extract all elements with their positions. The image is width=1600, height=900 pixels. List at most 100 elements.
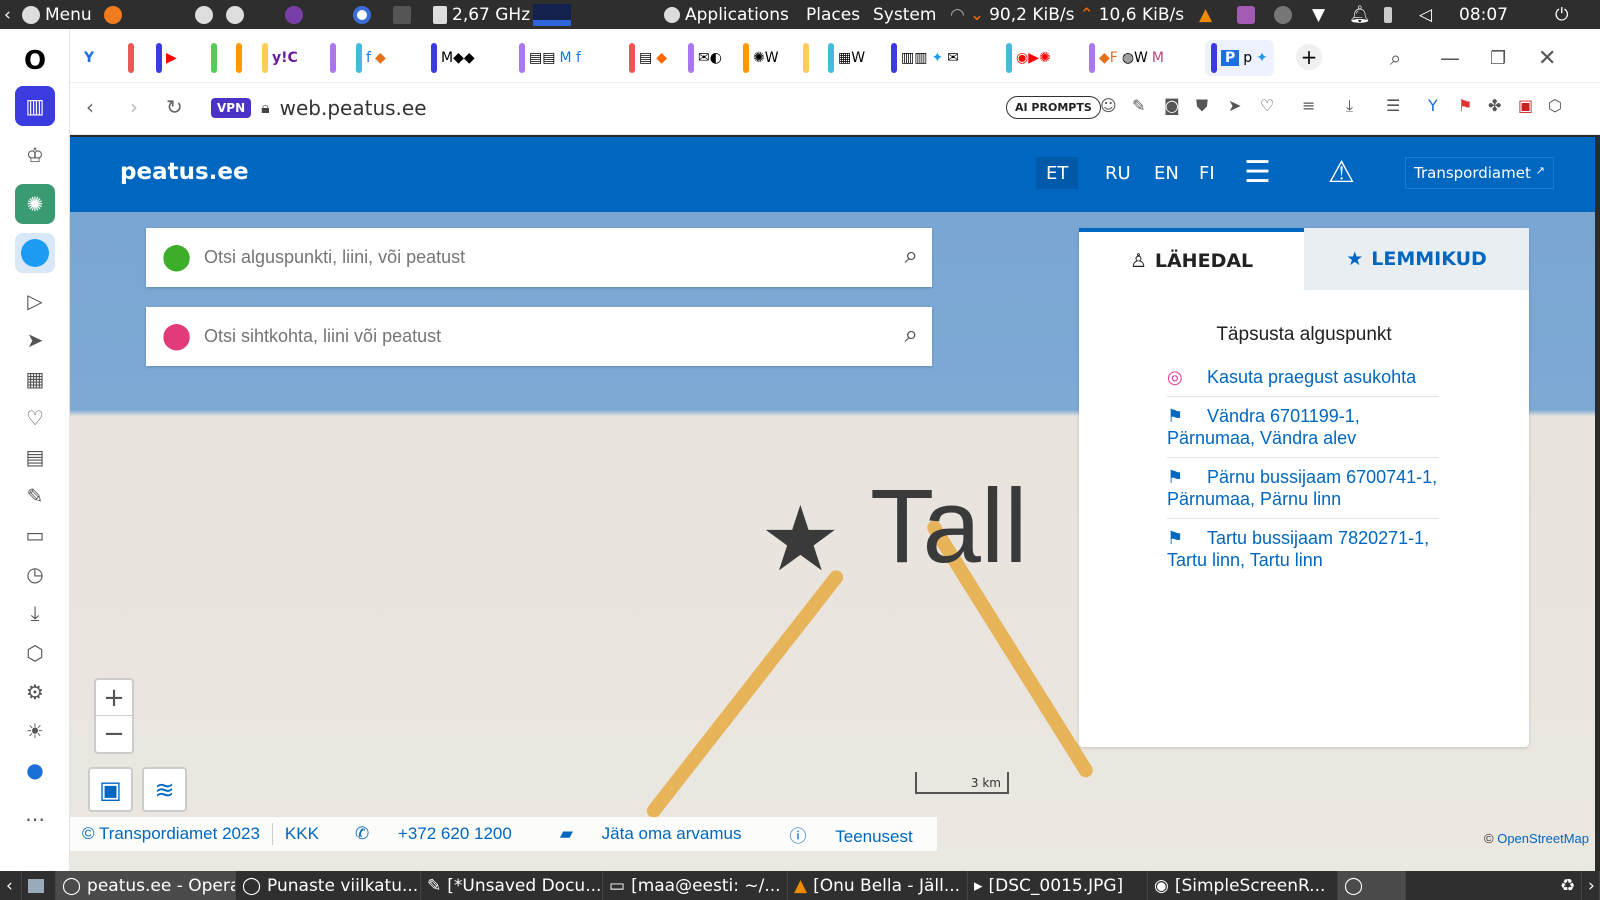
- edit-icon[interactable]: ✎: [15, 476, 55, 516]
- share-send-icon[interactable]: ➤: [1228, 96, 1241, 115]
- tab-group-14[interactable]: [797, 40, 815, 76]
- reader-list-icon[interactable]: ≡: [1302, 96, 1315, 115]
- warning-icon[interactable]: ⚠: [1328, 155, 1355, 190]
- tab-group-12[interactable]: ✉◐: [682, 40, 728, 76]
- timetable-clock-icon[interactable]: ☰: [1244, 155, 1271, 190]
- transpordiamet-link[interactable]: Transpordiamet ↗: [1405, 157, 1554, 189]
- workspace-icon[interactable]: ▥: [15, 86, 55, 126]
- more-options-icon[interactable]: ⋯: [15, 799, 55, 839]
- task-screen-recorder[interactable]: ◉ [SimpleScreenR...: [1148, 871, 1338, 900]
- twitter-icon[interactable]: [15, 233, 55, 273]
- tab-group-16[interactable]: ▥▥ ✦ ✉: [885, 40, 965, 76]
- search-icon[interactable]: ⌕: [905, 320, 918, 348]
- menu-button[interactable]: Menu: [22, 0, 92, 29]
- url-text[interactable]: web.peatus.ee: [280, 96, 427, 120]
- lang-et[interactable]: ET: [1036, 157, 1079, 189]
- extensions-cube-icon[interactable]: ⬡: [15, 633, 55, 673]
- wifi-tray-icon[interactable]: ▼: [1312, 0, 1325, 29]
- list-item[interactable]: ⚑ Tartu bussijaam 7820271-1, Tartu linn, …: [1167, 519, 1439, 579]
- chevron-left-icon[interactable]: ‹: [0, 871, 22, 900]
- edit-pen-icon[interactable]: ✎: [1132, 96, 1145, 115]
- settings-launcher-icon[interactable]: [226, 0, 244, 29]
- osm-link[interactable]: OpenStreetMap: [1497, 831, 1589, 846]
- volume-icon[interactable]: ◁: [1419, 0, 1432, 29]
- chatgpt-icon[interactable]: ✺: [15, 184, 55, 224]
- notification-bell-icon[interactable]: 🔔︎: [1349, 0, 1371, 29]
- lang-ru[interactable]: RU: [1095, 157, 1141, 189]
- tab-group-13[interactable]: ✺W: [737, 40, 785, 76]
- firefox-icon[interactable]: [104, 0, 122, 29]
- restore-button[interactable]: ❐: [1484, 40, 1512, 76]
- lang-fi[interactable]: FI: [1189, 157, 1225, 189]
- list-item[interactable]: ⚑ Vändra 6701199-1, Pärnumaa, Vändra alev: [1167, 397, 1439, 458]
- tab-group-17[interactable]: ◉▶✺: [1000, 40, 1057, 76]
- task-opera[interactable]: ◯ peatus.ee - Opera: [56, 871, 236, 900]
- chevron-left-icon[interactable]: ‹: [4, 0, 11, 29]
- task-vlc[interactable]: ▲ [Onu Bella - Jäll...: [788, 871, 968, 900]
- heart-icon[interactable]: ♡: [15, 398, 55, 438]
- camera-icon[interactable]: ◙: [1164, 96, 1180, 115]
- footer-service-link[interactable]: ⓘ Teenusest: [766, 822, 937, 847]
- easy-setup-icon[interactable]: ☰: [1386, 96, 1400, 115]
- power-icon[interactable]: ⏻: [1555, 0, 1568, 29]
- places-menu[interactable]: Places: [806, 0, 860, 29]
- tab-group-18[interactable]: ◆F ◍W M: [1083, 40, 1170, 76]
- shield-icon[interactable]: ⛊: [1196, 96, 1208, 116]
- task-terminal[interactable]: ▭ [maa@eesti: ~/...: [603, 871, 788, 900]
- chat-bubble-icon[interactable]: ●: [15, 750, 55, 790]
- history-icon[interactable]: ◷: [15, 554, 55, 594]
- footer-copyright[interactable]: © Transpordiamet 2023: [70, 824, 272, 844]
- apps-grid-icon[interactable]: ▦: [15, 359, 55, 399]
- terminal-icon[interactable]: [393, 0, 411, 29]
- task-active-opera[interactable]: ◯: [1338, 871, 1406, 900]
- emoji-icon[interactable]: ☺: [1100, 96, 1117, 115]
- tab-group-6[interactable]: y!C: [256, 40, 304, 76]
- extension-puzzle-icon[interactable]: ✤: [1488, 96, 1501, 115]
- news-icon[interactable]: ▤: [15, 437, 55, 477]
- applications-menu[interactable]: Applications: [664, 0, 789, 29]
- extensions-cube-toolbar-icon[interactable]: ⬡: [1548, 96, 1562, 115]
- tab-group-3[interactable]: ▶: [150, 40, 183, 76]
- opera-logo-icon[interactable]: O: [15, 41, 55, 81]
- lang-en[interactable]: EN: [1144, 157, 1189, 189]
- tab-group-4[interactable]: [205, 40, 223, 76]
- task-image-viewer[interactable]: ▸ [DSC_0015.JPG]: [968, 871, 1148, 900]
- zoom-out-button[interactable]: −: [96, 716, 132, 752]
- forward-button[interactable]: ›: [130, 95, 138, 119]
- send-icon[interactable]: ➤: [15, 320, 55, 360]
- lock-icon[interactable]: 🔒︎: [261, 98, 270, 118]
- back-button[interactable]: ‹: [86, 95, 94, 119]
- chevron-right-icon[interactable]: ›: [1582, 871, 1600, 900]
- info-tray-icon[interactable]: [1274, 0, 1292, 29]
- tab-group-11[interactable]: ▤ ◆: [623, 40, 673, 76]
- launcher-icon[interactable]: [195, 0, 213, 29]
- crown-icon[interactable]: ♔: [15, 135, 55, 175]
- vlc-tray-icon[interactable]: ▲: [1199, 0, 1212, 29]
- site-logo[interactable]: peatus.ee: [120, 159, 249, 185]
- tab-active-peatus[interactable]: Pp ✦: [1205, 40, 1274, 76]
- settings-gear-icon[interactable]: ⚙: [15, 672, 55, 712]
- tab-group-15[interactable]: ▦W: [822, 40, 871, 76]
- tab-group-5[interactable]: [230, 40, 248, 76]
- task-opera-2[interactable]: ◯ Punaste viilkatu...: [236, 871, 421, 900]
- tab-group-2[interactable]: [122, 40, 140, 76]
- origin-search-input[interactable]: [204, 242, 864, 272]
- player-icon[interactable]: ▷: [15, 281, 55, 321]
- downloads-icon[interactable]: ⤓: [15, 593, 55, 633]
- tab-group-10[interactable]: ▤▤ M f: [513, 40, 587, 76]
- tab-favourites[interactable]: ★ LEMMIKUD: [1304, 228, 1529, 290]
- lightbulb-icon[interactable]: ☀: [15, 711, 55, 751]
- tab-group-1[interactable]: Y: [78, 40, 100, 76]
- footer-feedback-link[interactable]: ▰ Jäta oma arvamus: [536, 824, 766, 844]
- footer-faq-link[interactable]: KKK: [273, 824, 331, 844]
- tab-group-9[interactable]: M◆◆: [425, 40, 481, 76]
- podcast-icon[interactable]: [285, 0, 303, 29]
- destination-search-input[interactable]: [204, 321, 864, 351]
- url-field[interactable]: VPN 🔒︎ web.peatus.ee: [211, 96, 427, 120]
- list-item[interactable]: ◎ Kasuta praegust asukohta: [1167, 358, 1439, 397]
- reload-button[interactable]: ↻: [166, 95, 183, 119]
- zoom-in-button[interactable]: +: [96, 680, 132, 716]
- new-tab-button[interactable]: +: [1296, 44, 1322, 70]
- system-menu[interactable]: System: [873, 0, 936, 29]
- tab-nearby[interactable]: ♙ LÄHEDAL: [1079, 228, 1304, 290]
